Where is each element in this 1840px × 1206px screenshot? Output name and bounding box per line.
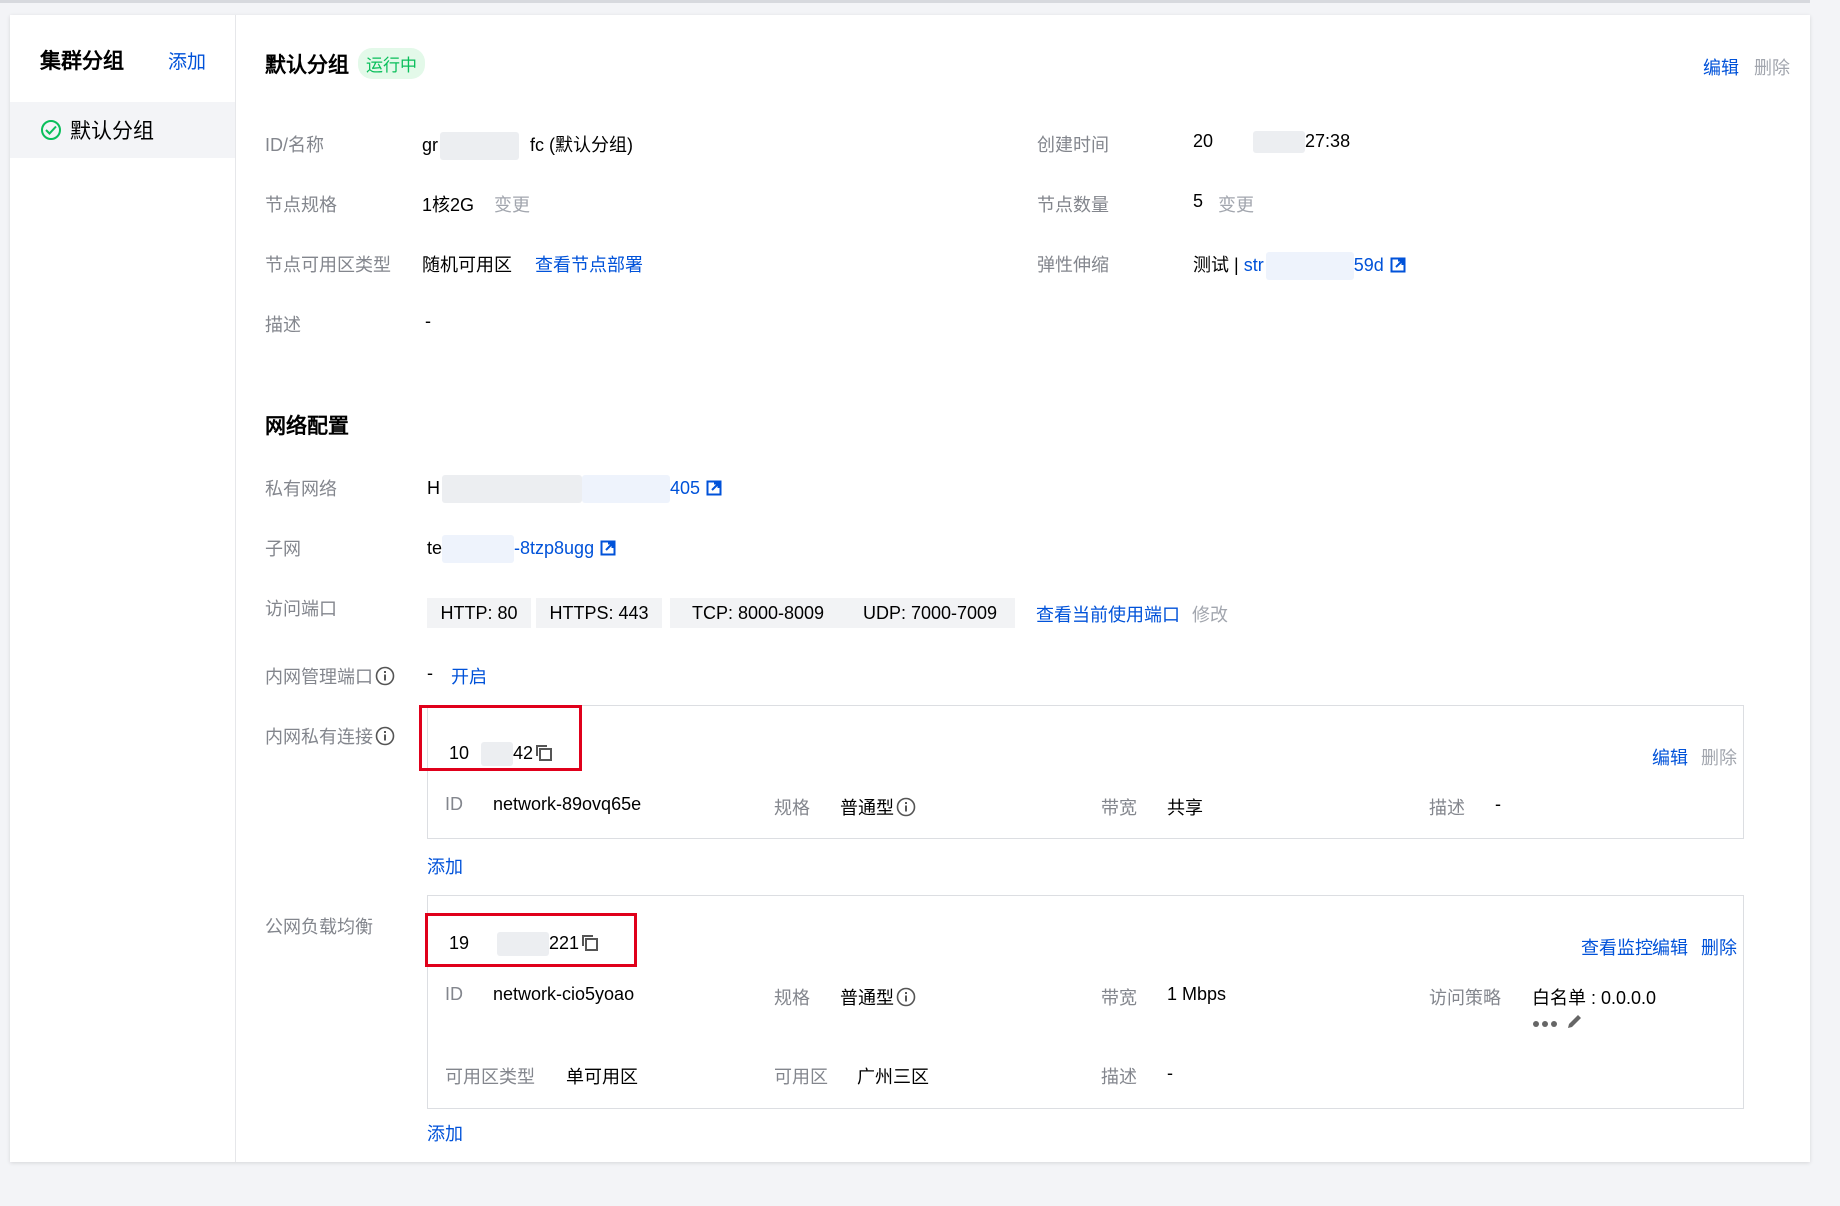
sidebar-item-label: 默认分组 [70, 120, 154, 143]
edit-private-link-button[interactable]: 编辑 [1652, 744, 1688, 770]
id-name-label: ID/名称 [265, 135, 325, 155]
subnet-label: 子网 [265, 539, 301, 559]
info-icon[interactable] [896, 987, 916, 1012]
add-public-lb-button[interactable]: 添加 [427, 1120, 463, 1146]
private-link-id-label: ID [445, 794, 463, 814]
detail-header: 默认分组 运行中 [265, 48, 425, 79]
node-spec-value: 1核2G [422, 195, 475, 215]
highlight-box [425, 913, 637, 967]
top-divider [0, 0, 1810, 3]
vpc-value: H 405 [427, 475, 722, 503]
port-tag: HTTP: 80 [427, 598, 531, 628]
create-time-label: 创建时间 [1037, 135, 1109, 155]
redacted-mask [440, 132, 520, 161]
private-link-spec-label: 规格 [774, 798, 810, 818]
view-node-deploy-link[interactable]: 查看节点部署 [535, 251, 643, 277]
edit-group-button[interactable]: 编辑 [1703, 54, 1739, 80]
redacted-mask [1253, 131, 1306, 154]
highlight-box [419, 705, 582, 771]
port-tag: HTTPS: 443 [536, 598, 662, 628]
enable-mgmt-port-button[interactable]: 开启 [451, 663, 487, 689]
change-node-spec-button[interactable]: 变更 [494, 191, 530, 217]
vpc-label: 私有网络 [265, 479, 337, 499]
vpc-link[interactable]: H 405 [427, 475, 700, 503]
zone-type-value: 随机可用区 [422, 255, 512, 275]
public-lb-spec-label: 规格 [774, 988, 810, 1008]
autoscale-label: 弹性伸缩 [1037, 255, 1109, 275]
public-lb-bw-label: 带宽 [1101, 988, 1137, 1008]
public-lb-bw-value: 1 Mbps [1167, 984, 1227, 1004]
external-link-icon[interactable] [706, 480, 722, 501]
page-title: 默认分组 [265, 53, 349, 77]
node-spec-label: 节点规格 [265, 195, 337, 215]
change-node-count-button[interactable]: 变更 [1218, 191, 1254, 217]
modify-ports-button[interactable]: 修改 [1192, 601, 1228, 627]
private-link-desc-value: - [1495, 794, 1501, 814]
view-monitor-link[interactable]: 查看监控 [1581, 934, 1653, 960]
public-lb-desc-label: 描述 [1101, 1067, 1137, 1087]
public-lb-zone-label: 可用区 [774, 1067, 828, 1087]
node-count-value: 5 [1193, 191, 1204, 211]
edit-pencil-icon[interactable] [1566, 1012, 1584, 1035]
private-link-desc-label: 描述 [1429, 798, 1465, 818]
edit-public-lb-button[interactable]: 编辑 [1652, 934, 1688, 960]
external-link-icon[interactable] [1390, 257, 1406, 278]
id-name-value: gr fc (默认分组) [422, 131, 633, 161]
add-private-link-button[interactable]: 添加 [427, 853, 463, 879]
public-lb-spec-value: 普通型 [840, 984, 916, 1012]
private-link-bw-value: 共享 [1167, 798, 1203, 818]
node-count-label: 节点数量 [1037, 195, 1109, 215]
port-tag: TCP: 8000-8009 [670, 598, 846, 628]
mgmt-port-value: - [427, 663, 433, 683]
status-badge: 运行中 [358, 48, 425, 79]
autoscale-link[interactable]: str 59d [1244, 252, 1384, 281]
private-link-bw-label: 带宽 [1101, 798, 1137, 818]
private-link-spec-value: 普通型 [840, 794, 916, 822]
redacted-mask [582, 475, 670, 503]
main-panel: 集群分组 添加 默认分组 默认分组 运行中 编辑 删除 ID/名称 gr fc (… [10, 15, 1810, 1162]
mgmt-port-label: 内网管理端口 [265, 663, 395, 691]
public-lb-policy-value: 白名单 : 0.0.0.0 [1532, 988, 1657, 1008]
public-lb-zonetype-value: 单可用区 [566, 1067, 638, 1087]
public-lb-id-label: ID [445, 984, 463, 1004]
desc-value: - [425, 311, 431, 331]
autoscale-value: 测试 | str 59d [1193, 251, 1406, 281]
public-lb-desc-value: - [1167, 1063, 1173, 1083]
sidebar-item-default-group[interactable]: 默认分组 [10, 102, 235, 158]
info-icon[interactable] [896, 797, 916, 822]
redacted-mask [442, 475, 582, 503]
delete-public-lb-button[interactable]: 删除 [1701, 934, 1737, 960]
port-tag: UDP: 7000-7009 [845, 598, 1015, 628]
zone-type-label: 节点可用区类型 [265, 255, 391, 275]
view-used-ports-link[interactable]: 查看当前使用端口 [1036, 601, 1180, 627]
sidebar-title: 集群分组 [40, 50, 124, 73]
subnet-value: te -8tzp8ugg [427, 535, 616, 563]
private-link-id-value: network-89ovq65e [493, 794, 642, 814]
info-icon[interactable] [375, 726, 395, 751]
ports-label: 访问端口 [265, 599, 337, 619]
public-lb-zone-value: 广州三区 [857, 1067, 929, 1087]
public-lb-id-value: network-cio5yoao [493, 984, 635, 1004]
group-detail: 默认分组 运行中 编辑 删除 ID/名称 gr fc (默认分组) 创建时间 20… [235, 15, 1810, 1162]
add-group-button[interactable]: 添加 [168, 47, 206, 74]
more-icon[interactable] [1532, 1015, 1558, 1033]
check-circle-icon [41, 120, 61, 140]
delete-group-button[interactable]: 删除 [1754, 54, 1790, 80]
redacted-mask [1265, 252, 1354, 281]
network-section-title: 网络配置 [265, 415, 349, 438]
redacted-mask [442, 535, 515, 563]
subnet-link[interactable]: te -8tzp8ugg [427, 535, 594, 563]
policy-actions [1532, 1012, 1584, 1035]
public-lb-zonetype-label: 可用区类型 [445, 1067, 535, 1087]
private-link-label: 内网私有连接 [265, 723, 395, 751]
group-sidebar: 集群分组 添加 默认分组 [10, 15, 236, 1162]
create-time-value: 20 27:38 [1193, 131, 1350, 154]
delete-private-link-button[interactable]: 删除 [1701, 744, 1737, 770]
public-lb-policy-label: 访问策略 [1429, 988, 1501, 1008]
info-icon[interactable] [375, 666, 395, 691]
external-link-icon[interactable] [600, 540, 616, 561]
public-lb-label: 公网负载均衡 [265, 917, 373, 937]
desc-label: 描述 [265, 315, 301, 335]
private-link-card: 10 42 编辑 删除 ID network-89ovq65e 规格 普通型 带宽… [427, 705, 1744, 839]
